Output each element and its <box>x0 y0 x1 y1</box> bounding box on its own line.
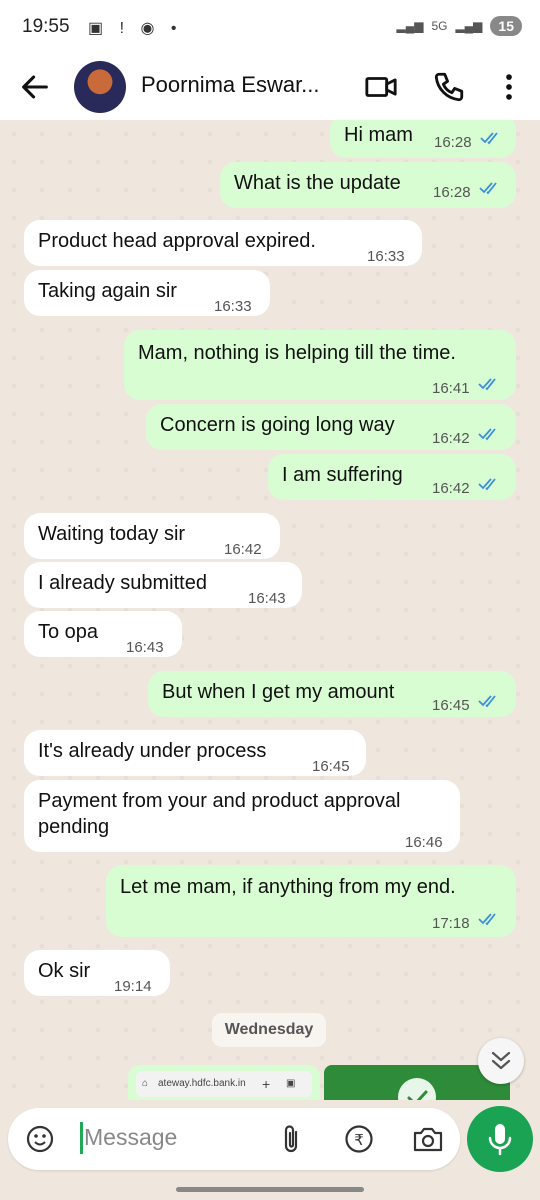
read-ticks-icon <box>478 478 496 491</box>
image-preview-bubble[interactable]: ⌂ ateway.hdfc.bank.in + ▣ <box>128 1065 320 1100</box>
message-time: 16:42 <box>432 430 470 447</box>
signal-icon: ▂▄▆ <box>396 19 424 33</box>
status-time: 19:55 <box>22 16 70 37</box>
message-time: 16:28 <box>434 134 472 151</box>
notification-icons: ▣ ! ◉ • <box>88 20 183 37</box>
sticker-icon[interactable] <box>24 1123 56 1155</box>
message-time: 16:42 <box>224 541 262 558</box>
battery-badge: 15 <box>490 16 522 36</box>
message-text: Let me mam, if anything from my end. <box>120 876 456 898</box>
scroll-to-bottom-button[interactable] <box>478 1038 524 1084</box>
status-right: ▂▄▆ 5G ▂▄▆ 15 <box>396 16 522 36</box>
message-time: 17:18 <box>432 915 470 932</box>
message-time: 16:33 <box>367 248 405 265</box>
message-bubble-out[interactable]: What is the update 16:28 <box>220 162 516 208</box>
chat-header: Poornima Eswar... <box>0 56 540 120</box>
message-bubble-out[interactable]: I am suffering 16:42 <box>268 454 516 500</box>
signal2-icon: ▂▄▆ <box>455 19 483 33</box>
voice-message-button[interactable] <box>467 1106 533 1172</box>
read-ticks-icon <box>478 913 496 926</box>
gesture-bar[interactable] <box>176 1187 364 1192</box>
message-text: Ok sir <box>38 960 91 982</box>
back-arrow-icon[interactable] <box>18 70 52 104</box>
message-time: 16:46 <box>405 834 443 851</box>
svg-text:₹: ₹ <box>354 1131 364 1149</box>
message-bubble-in[interactable]: Product head approval expired. 16:33 <box>24 220 422 266</box>
day-separator: Wednesday <box>212 1013 326 1047</box>
network-type: 5G <box>431 19 448 33</box>
message-text: Payment from your and product approval p… <box>38 790 401 838</box>
read-ticks-icon <box>479 182 497 195</box>
contact-name[interactable]: Poornima Eswar... <box>141 72 320 98</box>
message-time: 16:43 <box>126 639 164 656</box>
message-text: Hi mam <box>344 124 413 146</box>
check-circle-icon <box>398 1078 436 1100</box>
message-time: 16:41 <box>432 380 470 397</box>
message-bubble-in[interactable]: It's already under process 16:45 <box>24 730 366 776</box>
message-bubble-in[interactable]: Taking again sir 16:33 <box>24 270 270 316</box>
preview-url-bar: ⌂ ateway.hdfc.bank.in + ▣ <box>136 1071 312 1097</box>
message-bubble-out[interactable]: Let me mam, if anything from my end. 17:… <box>106 865 516 937</box>
message-bubble-in[interactable]: To opa 16:43 <box>24 611 182 657</box>
attach-icon[interactable] <box>276 1122 306 1156</box>
tabs-icon: ▣ <box>286 1078 296 1089</box>
message-time: 19:14 <box>114 978 152 995</box>
message-bubble-in[interactable]: I already submitted 16:43 <box>24 562 302 608</box>
message-text: But when I get my amount <box>162 681 395 703</box>
message-time: 16:33 <box>214 298 252 315</box>
message-text: It's already under process <box>38 740 267 762</box>
message-composer[interactable]: Message ₹ <box>8 1108 460 1170</box>
double-chevron-down-icon <box>491 1051 511 1070</box>
more-options-icon[interactable] <box>492 70 526 104</box>
video-call-icon[interactable] <box>364 70 398 104</box>
microphone-icon <box>488 1124 512 1156</box>
message-text: Waiting today sir <box>38 523 186 545</box>
message-time: 16:45 <box>312 758 350 775</box>
preview-url-text: ateway.hdfc.bank.in <box>158 1078 246 1089</box>
message-bubble-in[interactable]: Waiting today sir 16:42 <box>24 513 280 559</box>
read-ticks-icon <box>480 132 498 145</box>
message-text: I am suffering <box>282 464 403 486</box>
phone-call-icon[interactable] <box>432 70 466 104</box>
message-text: Product head approval expired. <box>38 230 316 252</box>
message-time: 16:42 <box>432 480 470 497</box>
message-text: I already submitted <box>38 572 207 594</box>
message-bubble-out[interactable]: Hi mam 16:28 <box>330 120 516 158</box>
message-text: What is the update <box>234 172 401 194</box>
rupee-payment-icon[interactable]: ₹ <box>344 1124 374 1154</box>
status-bar: 19:55 ▣ ! ◉ • ▂▄▆ 5G ▂▄▆ 15 <box>0 0 540 56</box>
message-time: 16:28 <box>433 184 471 201</box>
read-ticks-icon <box>478 695 496 708</box>
message-bubble-in[interactable]: Payment from your and product approval p… <box>24 780 460 852</box>
read-ticks-icon <box>478 428 496 441</box>
message-bubble-out[interactable]: Concern is going long way 16:42 <box>146 404 516 450</box>
message-time: 16:43 <box>248 590 286 607</box>
plus-icon: + <box>262 1076 271 1092</box>
chat-area[interactable]: Hi mam 16:28 What is the update 16:28 Pr… <box>0 120 540 1100</box>
message-input[interactable]: Message <box>84 1124 177 1151</box>
message-bubble-out[interactable]: But when I get my amount 16:45 <box>148 671 516 717</box>
contact-avatar[interactable] <box>74 61 126 113</box>
message-text: Mam, nothing is helping till the time. <box>138 342 456 364</box>
message-time: 16:45 <box>432 697 470 714</box>
message-text: Concern is going long way <box>160 414 395 436</box>
message-bubble-out[interactable]: Mam, nothing is helping till the time. 1… <box>124 330 516 400</box>
input-bar: Message ₹ <box>0 1100 540 1200</box>
camera-icon[interactable] <box>412 1124 444 1154</box>
text-cursor <box>80 1122 83 1154</box>
home-icon: ⌂ <box>142 1078 149 1089</box>
message-bubble-in[interactable]: Ok sir 19:14 <box>24 950 170 996</box>
message-text: Taking again sir <box>38 280 177 302</box>
read-ticks-icon <box>478 378 496 391</box>
message-text: To opa <box>38 621 99 643</box>
